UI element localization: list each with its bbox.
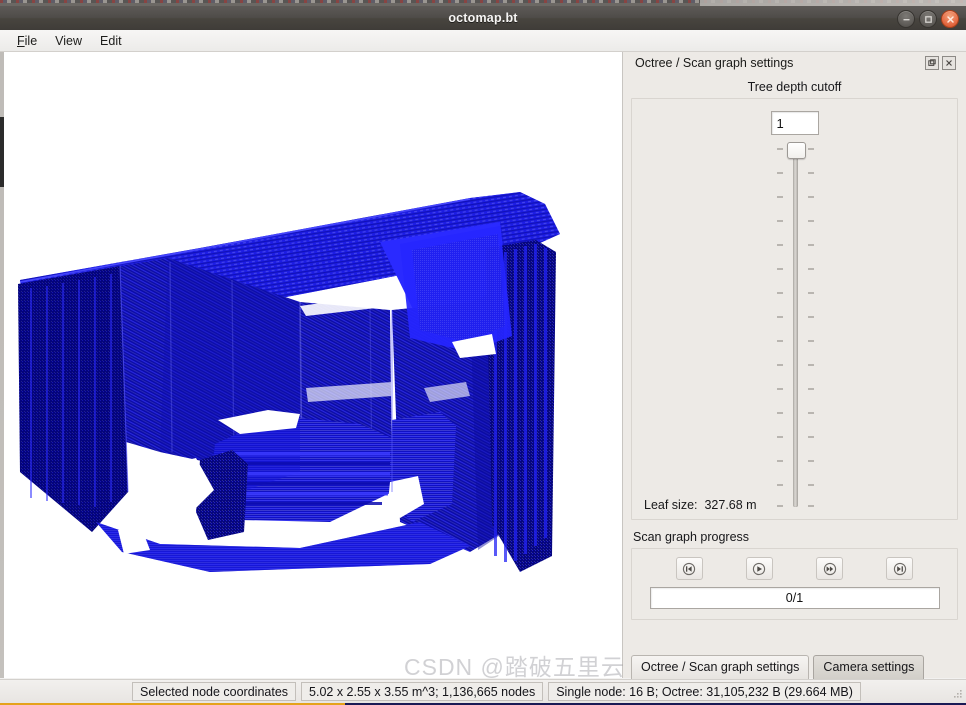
- close-icon: [946, 15, 954, 23]
- leaf-size-label: Leaf size:: [644, 498, 698, 512]
- statusbar: Selected node coordinates 5.02 x 2.55 x …: [0, 679, 966, 703]
- menu-view[interactable]: View: [46, 32, 91, 50]
- playback-button-row: [642, 557, 947, 580]
- tab-camera-settings[interactable]: Camera settings: [813, 655, 925, 679]
- minimize-button[interactable]: [897, 10, 915, 28]
- tree-depth-spinbox[interactable]: 1: [770, 111, 819, 135]
- leaf-size-value: 327.68 m: [704, 498, 757, 512]
- slider-handle[interactable]: [786, 142, 806, 159]
- skip-to-end-button[interactable]: [886, 557, 914, 580]
- dock-header: Octree / Scan graph settings: [631, 52, 958, 74]
- status-memory-usage: Single node: 16 B; Octree: 31,105,232 B …: [548, 682, 861, 701]
- dock-header-buttons: [925, 56, 956, 70]
- dock-title: Octree / Scan graph settings: [635, 56, 794, 70]
- window-titlebar[interactable]: octomap.bt: [0, 6, 966, 31]
- skip-forward-icon: [893, 562, 907, 575]
- tree-depth-value: 1: [776, 115, 784, 131]
- dock-close-button[interactable]: [942, 56, 956, 70]
- play-button[interactable]: [745, 557, 773, 580]
- close-button[interactable]: [941, 10, 959, 28]
- tree-depth-cutoff-title: Tree depth cutoff: [747, 80, 842, 94]
- dock-tabbar: Octree / Scan graph settings Camera sett…: [623, 653, 966, 679]
- menu-edit[interactable]: Edit: [91, 32, 131, 50]
- fast-forward-icon: [823, 562, 836, 575]
- cloud-panel-bright-texture: [412, 234, 505, 342]
- minimize-icon: [903, 18, 909, 20]
- menu-file-accel: F: [17, 33, 25, 48]
- octomap-viewer-window: octomap.bt File View Edit Octree / Scan …: [0, 0, 966, 705]
- skip-to-start-button[interactable]: [675, 557, 703, 580]
- dock-float-button[interactable]: [925, 56, 939, 70]
- tree-depth-slider[interactable]: [772, 141, 818, 513]
- play-icon: [753, 562, 766, 575]
- cloud-floor-texture: [96, 522, 470, 572]
- window-title: octomap.bt: [448, 11, 518, 25]
- slider-groove[interactable]: [792, 147, 798, 507]
- leaf-size-readout: Leaf size: 327.68 m: [644, 498, 757, 512]
- menubar: File View Edit: [0, 30, 966, 52]
- status-octree-dimensions: 5.02 x 2.55 x 3.55 m^3; 1,136,665 nodes: [301, 682, 544, 701]
- scan-graph-progress-group: 0/1: [631, 548, 958, 620]
- octomap-3d-viewport[interactable]: [0, 52, 623, 678]
- menu-file-rest: ile: [24, 33, 38, 48]
- maximize-icon: [924, 15, 932, 23]
- tab-octree-scan-graph-settings[interactable]: Octree / Scan graph settings: [631, 655, 810, 679]
- step-forward-button[interactable]: [816, 557, 844, 580]
- scan-graph-progress-title: Scan graph progress: [633, 530, 750, 544]
- scan-graph-progressbar[interactable]: 0/1: [649, 587, 940, 609]
- scan-graph-progress-text: 0/1: [785, 591, 804, 605]
- octree-settings-dock: Octree / Scan graph settings Tree depth …: [623, 52, 966, 678]
- window-controls: [897, 10, 959, 28]
- skip-backward-icon: [682, 562, 696, 575]
- resize-grip-icon[interactable]: [951, 688, 963, 700]
- menu-file[interactable]: File: [8, 32, 46, 50]
- close-icon: [946, 60, 952, 66]
- octomap-point-cloud: [18, 192, 560, 572]
- float-icon: [928, 59, 936, 66]
- maximize-button[interactable]: [919, 10, 937, 28]
- tree-depth-group: 1 Leaf size: 327.68 m: [631, 98, 958, 520]
- status-selected-node-coordinates: Selected node coordinates: [132, 682, 297, 701]
